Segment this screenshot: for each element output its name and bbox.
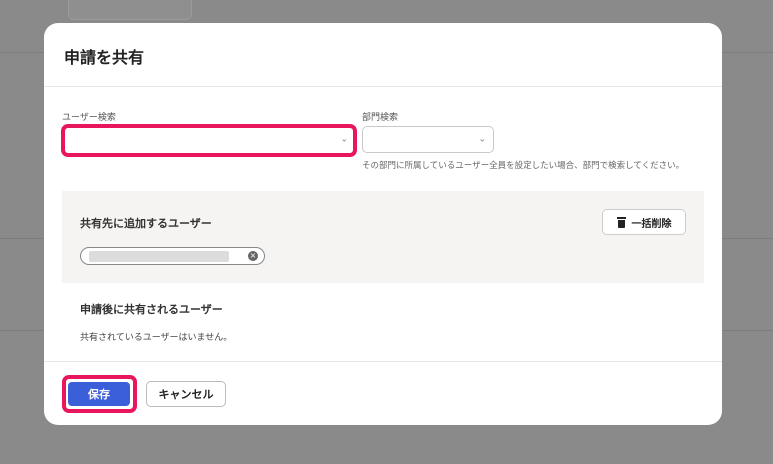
trash-icon bbox=[616, 216, 626, 228]
user-search-label: ユーザー検索 bbox=[62, 113, 116, 123]
bulk-delete-label: 一括削除 bbox=[631, 218, 672, 230]
dept-search-select[interactable]: ⌄ bbox=[362, 126, 494, 153]
dialog-footer: 保存 キャンセル bbox=[44, 361, 722, 425]
bulk-delete-button[interactable]: 一括削除 bbox=[602, 209, 686, 235]
chevron-down-icon: ⌄ bbox=[478, 134, 486, 144]
background-field bbox=[68, 0, 192, 20]
share-request-dialog: 申請を共有 ユーザー検索 ⌄ 部門検索 ⌄ その部門に所属しているユーザー全員を… bbox=[44, 23, 722, 425]
dialog-title: 申請を共有 bbox=[64, 48, 145, 67]
dept-search-label: 部門検索 bbox=[362, 113, 399, 123]
cancel-button[interactable]: キャンセル bbox=[146, 381, 226, 407]
user-search-highlight bbox=[61, 124, 357, 157]
shared-users-title: 申請後に共有されるユーザー bbox=[80, 303, 223, 316]
no-shared-users-text: 共有されているユーザーはいません。 bbox=[80, 333, 233, 343]
add-users-title: 共有先に追加するユーザー bbox=[80, 217, 212, 230]
user-chip-name-redacted bbox=[89, 251, 229, 262]
save-button-highlight bbox=[62, 375, 137, 413]
dept-search-hint: その部門に所属しているユーザー全員を設定したい場合、部門で検索してください。 bbox=[362, 161, 685, 171]
add-users-panel: 共有先に追加するユーザー 一括削除 × bbox=[62, 191, 704, 283]
dialog-header: 申請を共有 bbox=[44, 23, 722, 87]
close-icon[interactable]: × bbox=[248, 251, 258, 261]
user-chip: × bbox=[80, 247, 265, 265]
